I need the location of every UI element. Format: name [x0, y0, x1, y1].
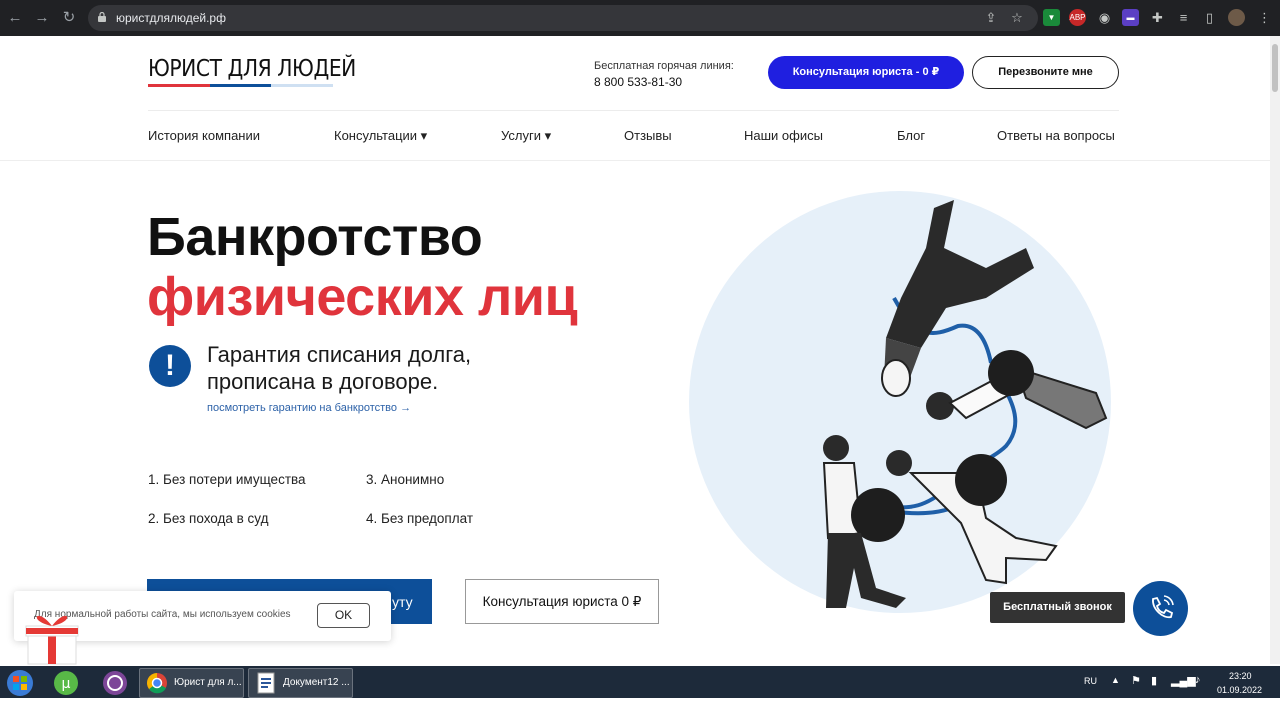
menu-item-history[interactable]: История компании [148, 128, 260, 143]
site-logo[interactable]: ЮРИСТ ДЛЯ ЛЮДЕЙ [148, 56, 384, 87]
feature-item: 4. Без предоплат [366, 511, 474, 526]
menu-item-faq[interactable]: Ответы на вопросы [997, 128, 1115, 143]
taskbar-chrome-app[interactable]: Юрист для л... [139, 668, 244, 698]
menu-divider [0, 160, 1270, 161]
tray-flag-icon[interactable]: ⚑ [1131, 674, 1141, 687]
hero-title-line1: Банкротство [147, 207, 483, 267]
taskbar-app-label: Юрист для л... [174, 677, 242, 688]
tray-signal-icon[interactable]: ▂▄▆ [1171, 674, 1196, 687]
guarantee-text: Гарантия списания долга, прописана в дог… [207, 341, 471, 395]
menu-item-consultations[interactable]: Консультации ▾ [334, 128, 427, 144]
share-icon[interactable]: ⇪ [984, 11, 998, 25]
scrollbar-thumb[interactable] [1272, 44, 1278, 92]
gift-icon[interactable] [22, 606, 82, 666]
url-text: юристдлялюдей.рф [116, 11, 226, 25]
svg-text:µ: µ [62, 676, 71, 692]
page-scrollbar[interactable] [1270, 36, 1280, 664]
address-bar[interactable]: юристдлялюдей.рф ⇪ ☆ [88, 5, 1038, 31]
menu-item-offices[interactable]: Наши офисы [744, 128, 823, 143]
taskbar-word-app[interactable]: Документ12 ... [248, 668, 353, 698]
feature-item: 2. Без похода в суд [148, 511, 269, 526]
extensions-puzzle-icon[interactable]: ✚ [1149, 9, 1166, 26]
clock-date[interactable]: 01.09.2022 [1217, 685, 1262, 695]
language-indicator[interactable]: RU [1084, 676, 1097, 686]
guarantee-line1: Гарантия списания долга, [207, 342, 472, 367]
shield-extension-icon[interactable]: ▼ [1043, 9, 1060, 26]
tray-volume-icon[interactable]: ♪ [1195, 674, 1201, 686]
bookmark-star-icon[interactable]: ☆ [1010, 11, 1024, 25]
side-panel-icon[interactable]: ▯ [1201, 9, 1218, 26]
reload-icon[interactable]: ↻ [60, 9, 78, 27]
logo-text: ЮРИСТ ДЛЯ ЛЮДЕЙ [148, 56, 356, 82]
guarantee-line2: прописана в договоре. [207, 369, 439, 394]
windows-logo-icon [7, 670, 33, 696]
free-call-button[interactable] [1133, 581, 1188, 636]
browser-toolbar: ← → ↻ юристдлялюдей.рф ⇪ ☆ ▼ ABP ◉ ▬ ✚ ≡… [0, 0, 1280, 36]
document-icon [257, 672, 275, 694]
logo-stripe-red [148, 84, 210, 87]
back-icon[interactable]: ← [6, 9, 24, 27]
clock-time[interactable]: 23:20 [1229, 671, 1252, 681]
primary-cta-label: уту [392, 594, 413, 610]
menu-item-reviews[interactable]: Отзывы [624, 128, 672, 143]
reading-list-icon[interactable]: ≡ [1175, 9, 1192, 26]
exclamation-icon: ! [149, 345, 191, 387]
cookie-ok-button[interactable]: OK [317, 603, 370, 628]
hotline-label: Бесплатная горячая линия: [594, 60, 734, 72]
feature-item: 1. Без потери имущества [148, 472, 306, 487]
utorrent-icon[interactable]: µ [52, 669, 80, 697]
menu-dots-icon[interactable]: ⋮ [1256, 9, 1273, 26]
feature-item: 3. Анонимно [366, 472, 445, 487]
adblock-extension-icon[interactable]: ABP [1069, 9, 1086, 26]
tray-battery-icon[interactable]: ▮ [1151, 674, 1157, 687]
callback-button[interactable]: Перезвоните мне [972, 56, 1119, 89]
main-menu: История компании Консультации ▾ Услуги ▾… [148, 128, 1119, 146]
chrome-icon [147, 673, 167, 694]
lock-icon [98, 12, 106, 22]
menu-item-services[interactable]: Услуги ▾ [501, 128, 551, 144]
hero-title-line2: физических лиц [147, 267, 578, 327]
phone-icon [1152, 595, 1174, 619]
tor-browser-icon[interactable] [101, 669, 129, 697]
taskbar-app-label: Документ12 ... [283, 677, 350, 688]
consult-lawyer-secondary-button[interactable]: Консультация юриста 0 ₽ [465, 579, 659, 624]
hotline: Бесплатная горячая линия: 8 800 533-81-3… [594, 60, 734, 89]
windows-taskbar: µ Юрист для л... Документ12 ... RU ▲ ⚑ ▮… [0, 666, 1280, 698]
free-call-label[interactable]: Бесплатный звонок [990, 592, 1125, 623]
header-divider [148, 110, 1119, 111]
logo-stripe-blue [210, 84, 271, 87]
consult-lawyer-button[interactable]: Консультация юриста - 0 ₽ [768, 56, 964, 89]
logo-stripe-light [271, 84, 333, 87]
hotline-phone[interactable]: 8 800 533-81-30 [594, 75, 734, 89]
forward-icon[interactable]: → [33, 9, 51, 27]
hero-illustration [689, 191, 1111, 613]
profile-avatar[interactable] [1228, 9, 1245, 26]
bulb-extension-icon[interactable]: ◉ [1096, 9, 1113, 26]
guarantee-link[interactable]: посмотреть гарантию на банкротство → [207, 402, 411, 414]
purple-extension-icon[interactable]: ▬ [1122, 9, 1139, 26]
tray-arrow-icon[interactable]: ▲ [1111, 675, 1120, 685]
start-button[interactable] [4, 669, 36, 697]
menu-item-blog[interactable]: Блог [897, 128, 925, 143]
